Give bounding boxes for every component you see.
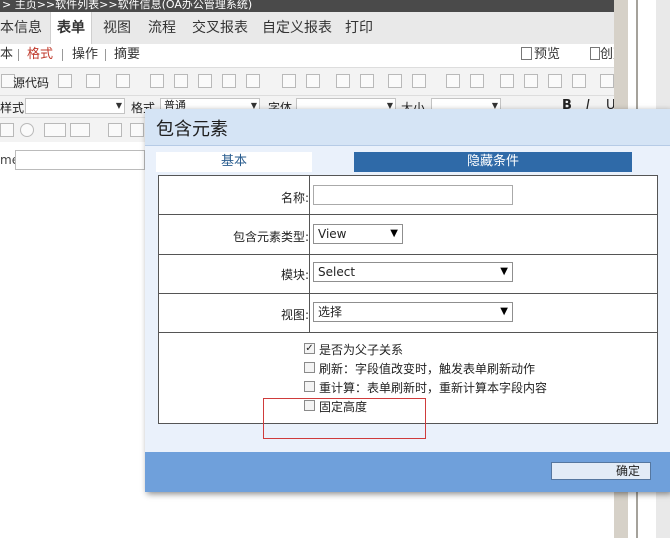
preview-page-icon[interactable] (86, 74, 100, 88)
tab-print[interactable]: 打印 (345, 12, 373, 44)
replace-icon[interactable] (360, 74, 374, 88)
template-icon[interactable] (116, 74, 130, 88)
checkbox-recalculate[interactable] (304, 381, 315, 392)
include-element-dialog: 包含元素 基本 隐藏条件 名称: 包含元素类型: View ▼ 模块: Selec… (145, 109, 670, 492)
checkbox-field-icon[interactable] (0, 123, 14, 137)
option-label: 刷新：字段值改变时，触发表单刷新动作 (319, 362, 536, 376)
preview-label: 预览 (534, 47, 561, 62)
indent-icon[interactable] (524, 74, 538, 88)
dialog-footer: 确定 (145, 452, 670, 492)
select-all-icon[interactable] (388, 74, 402, 88)
main-tab-bar: 本信息 表单 视图 流程 交叉报表 自定义报表 打印 (0, 12, 614, 45)
chevron-down-icon: ▼ (390, 228, 398, 239)
divider (62, 49, 63, 61)
paste-word-icon[interactable] (246, 74, 260, 88)
div-icon[interactable] (572, 74, 586, 88)
divider (105, 49, 106, 61)
style-label: 样式 (0, 101, 25, 115)
name-input[interactable] (313, 185, 513, 205)
module-label: 模块: (280, 268, 309, 282)
highlight-box (263, 398, 426, 439)
textfield-icon[interactable] (44, 123, 66, 137)
grid-icon[interactable] (130, 123, 144, 137)
source-code-button[interactable]: 源代码 (13, 74, 49, 91)
name-label: 名称: (280, 191, 309, 205)
redo-icon[interactable] (306, 74, 320, 88)
tab-workflow[interactable]: 流程 (148, 12, 176, 44)
subtab-format[interactable]: 格式 (27, 44, 53, 66)
chevron-down-icon: ▼ (115, 101, 122, 110)
breadcrumb: > 主页>>软件列表>>软件信息(OA办公管理系统) (0, 0, 616, 12)
row-divider (159, 332, 657, 333)
chevron-down-icon: ▼ (500, 266, 508, 277)
form-table: 名称: 包含元素类型: View ▼ 模块: Select ▼ 视图: 选择 ▼ ✓ … (158, 175, 658, 424)
option-label: 是否为父子关系 (319, 343, 404, 357)
dialog-title: 包含元素 (156, 119, 228, 140)
preview-icon (521, 47, 532, 60)
view-value: 选择 (318, 305, 343, 319)
paste-text-icon[interactable] (222, 74, 236, 88)
tab-basic[interactable]: 基本 (156, 152, 312, 172)
create-menu-button[interactable]: 创建菜单 (590, 44, 614, 66)
paste-icon[interactable] (198, 74, 212, 88)
subtab-operation[interactable]: 操作 (72, 44, 98, 66)
module-select[interactable]: Select ▼ (313, 262, 513, 282)
editor-toolbar-1: 源代码 (0, 67, 614, 96)
remove-format-icon[interactable] (412, 74, 426, 88)
divider (18, 49, 19, 61)
tab-view[interactable]: 视图 (103, 12, 131, 44)
menu-icon (590, 47, 600, 60)
checkbox-parent-child[interactable]: ✓ (304, 343, 315, 354)
view-select[interactable]: 选择 ▼ (313, 302, 513, 322)
find-icon[interactable] (336, 74, 350, 88)
table-icon[interactable] (108, 123, 122, 137)
row-divider (159, 214, 657, 215)
module-value: Select (318, 265, 356, 279)
chevron-down-icon: ▼ (500, 306, 508, 317)
view-label: 视图: (280, 308, 309, 322)
tab-form[interactable]: 表单 (50, 12, 92, 44)
cut-icon[interactable] (150, 74, 164, 88)
dialog-titlebar[interactable]: 包含元素 (145, 109, 670, 146)
outdent-icon[interactable] (500, 74, 514, 88)
row-divider (159, 293, 657, 294)
bulleted-list-icon[interactable] (470, 74, 484, 88)
name-field[interactable] (15, 150, 145, 170)
tab-basic-info[interactable]: 本信息 (0, 12, 42, 44)
ok-button[interactable]: 确定 (551, 462, 651, 480)
tab-custom-report[interactable]: 自定义报表 (262, 12, 332, 44)
blockquote-icon[interactable] (548, 74, 562, 88)
sub-tab-bar: 本 格式 操作 摘要 预览 创建菜单 (0, 44, 614, 66)
create-menu-label: 创建菜单 (600, 47, 614, 62)
subtab-basic[interactable]: 本 (0, 44, 13, 66)
option-label: 重计算：表单刷新时，重新计算本字段内容 (319, 381, 548, 395)
element-type-select[interactable]: View ▼ (313, 224, 403, 244)
link-icon[interactable] (600, 74, 614, 88)
element-type-label: 包含元素类型: (232, 230, 309, 244)
row-divider (159, 254, 657, 255)
preview-button[interactable]: 预览 (521, 44, 560, 66)
element-type-value: View (318, 227, 347, 241)
radio-field-icon[interactable] (20, 123, 34, 137)
undo-icon[interactable] (282, 74, 296, 88)
textarea-icon[interactable] (70, 123, 90, 137)
style-select[interactable]: ▼ (25, 98, 125, 114)
tab-cross-report[interactable]: 交叉报表 (192, 12, 248, 44)
tab-hidden-condition[interactable]: 隐藏条件 (354, 152, 632, 172)
subtab-summary[interactable]: 摘要 (114, 44, 140, 66)
numbered-list-icon[interactable] (446, 74, 460, 88)
copy-icon[interactable] (174, 74, 188, 88)
checkbox-refresh[interactable] (304, 362, 315, 373)
new-page-icon[interactable] (58, 74, 72, 88)
